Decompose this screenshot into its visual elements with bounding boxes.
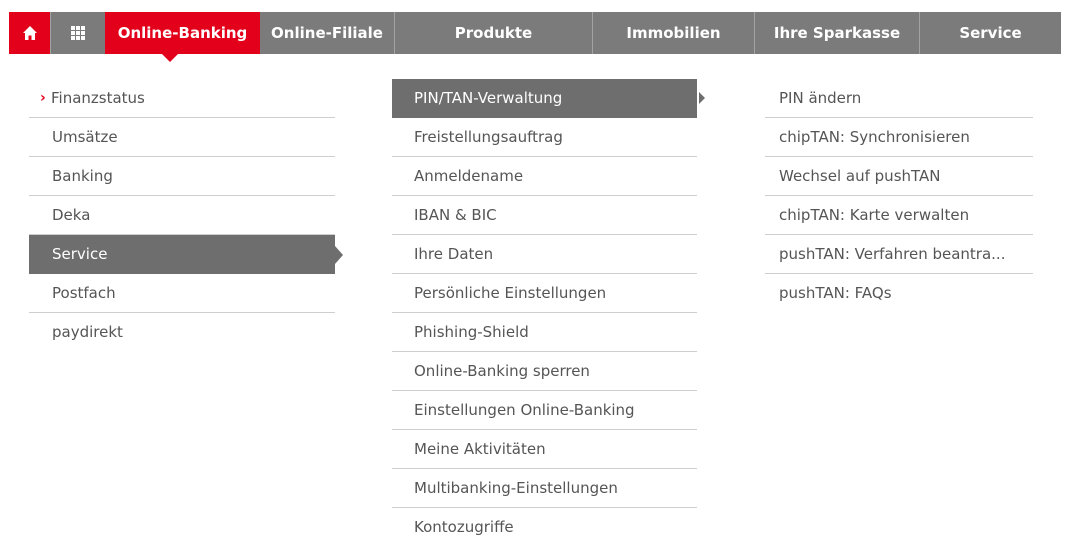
menu-item-label: Multibanking-Einstellungen xyxy=(414,479,618,497)
menu-item-freistellungsauftrag[interactable]: Freistellungsauftrag xyxy=(392,118,697,157)
menu-level-2: PIN/TAN-Verwaltung Freistellungsauftrag … xyxy=(392,79,705,547)
menu-item-meine-aktivitaeten[interactable]: Meine Aktivitäten xyxy=(392,430,697,469)
menu-level-3: PIN ändern chipTAN: Synchronisieren Wech… xyxy=(765,79,1033,313)
menu-item-pushtan-verfahren-beantragen[interactable]: pushTAN: Verfahren beantra... xyxy=(765,235,1033,274)
menu-item-anmeldename[interactable]: Anmeldename xyxy=(392,157,697,196)
menu-item-pushtan-faqs[interactable]: pushTAN: FAQs xyxy=(765,274,1033,313)
menu-item-umsaetze[interactable]: Umsätze xyxy=(29,118,335,157)
home-icon xyxy=(22,26,37,40)
menu-item-label: PIN ändern xyxy=(779,89,862,107)
menu-item-label: Umsätze xyxy=(52,128,118,146)
menu-item-paydirekt[interactable]: paydirekt xyxy=(29,313,335,352)
menu-item-label: Einstellungen Online-Banking xyxy=(414,401,635,419)
menu-item-service[interactable]: Service xyxy=(29,235,343,274)
menu-item-postfach[interactable]: Postfach xyxy=(29,274,335,313)
menu-item-wechsel-auf-pushtan[interactable]: Wechsel auf pushTAN xyxy=(765,157,1033,196)
menu-item-label: chipTAN: Synchronisieren xyxy=(779,128,970,146)
menu-item-chiptan-synchronisieren[interactable]: chipTAN: Synchronisieren xyxy=(765,118,1033,157)
menu-item-label: IBAN & BIC xyxy=(414,206,497,224)
menu-item-label: Ihre Daten xyxy=(414,245,494,263)
menu-item-label: Finanzstatus xyxy=(51,89,145,107)
menu-item-ihre-daten[interactable]: Ihre Daten xyxy=(392,235,697,274)
menu-item-online-banking-sperren[interactable]: Online-Banking sperren xyxy=(392,352,697,391)
menu-item-label: Online-Banking sperren xyxy=(414,362,590,380)
menu-item-persoenliche-einstellungen[interactable]: Persönliche Einstellungen xyxy=(392,274,697,313)
menu-item-label: Kontozugriffe xyxy=(414,518,514,536)
menu-item-pin-tan-verwaltung[interactable]: PIN/TAN-Verwaltung xyxy=(392,79,705,118)
menu-item-deka[interactable]: Deka xyxy=(29,196,335,235)
menu-item-label: paydirekt xyxy=(52,323,123,341)
active-nav-indicator xyxy=(162,54,178,62)
menu-item-pin-aendern[interactable]: PIN ändern xyxy=(765,79,1033,118)
menu-item-label: Wechsel auf pushTAN xyxy=(779,167,941,185)
nav-online-banking[interactable]: Online-Banking xyxy=(105,12,260,54)
menu-item-label: Deka xyxy=(52,206,91,224)
main-navigation: Online-Banking Online-Filiale Produkte I… xyxy=(9,12,1061,54)
active-arrow-icon xyxy=(699,92,705,104)
home-button[interactable] xyxy=(9,12,50,54)
apps-grid-button[interactable] xyxy=(50,12,105,54)
menu-level-1: › Finanzstatus Umsätze Banking Deka Serv… xyxy=(29,79,343,352)
nav-immobilien[interactable]: Immobilien xyxy=(592,12,754,54)
menu-item-label: Postfach xyxy=(52,284,116,302)
menu-item-label: pushTAN: FAQs xyxy=(779,284,892,302)
menu-item-label: Service xyxy=(52,245,108,263)
nav-service[interactable]: Service xyxy=(919,12,1061,54)
menu-item-einstellungen-online-banking[interactable]: Einstellungen Online-Banking xyxy=(392,391,697,430)
active-arrow-icon xyxy=(335,246,343,264)
menu-item-phishing-shield[interactable]: Phishing-Shield xyxy=(392,313,697,352)
grid-icon xyxy=(71,26,85,40)
menu-item-label: pushTAN: Verfahren beantra... xyxy=(779,245,1006,263)
chevron-right-icon: › xyxy=(40,90,46,106)
menu-item-label: Phishing-Shield xyxy=(414,323,529,341)
menu-item-label: Banking xyxy=(52,167,113,185)
menu-item-label: chipTAN: Karte verwalten xyxy=(779,206,970,224)
menu-item-label: Anmeldename xyxy=(414,167,524,185)
menu-item-banking[interactable]: Banking xyxy=(29,157,335,196)
menu-item-kontozugriffe[interactable]: Kontozugriffe xyxy=(392,508,697,547)
nav-ihre-sparkasse[interactable]: Ihre Sparkasse xyxy=(754,12,919,54)
menu-item-finanzstatus[interactable]: › Finanzstatus xyxy=(29,79,335,118)
nav-produkte[interactable]: Produkte xyxy=(394,12,592,54)
menu-item-label: Persönliche Einstellungen xyxy=(414,284,607,302)
menu-item-label: PIN/TAN-Verwaltung xyxy=(414,89,563,107)
menu-item-multibanking-einstellungen[interactable]: Multibanking-Einstellungen xyxy=(392,469,697,508)
menu-item-iban-bic[interactable]: IBAN & BIC xyxy=(392,196,697,235)
menu-item-chiptan-karte-verwalten[interactable]: chipTAN: Karte verwalten xyxy=(765,196,1033,235)
menu-item-label: Meine Aktivitäten xyxy=(414,440,546,458)
menu-item-label: Freistellungsauftrag xyxy=(414,128,563,146)
nav-online-filiale[interactable]: Online-Filiale xyxy=(260,12,394,54)
